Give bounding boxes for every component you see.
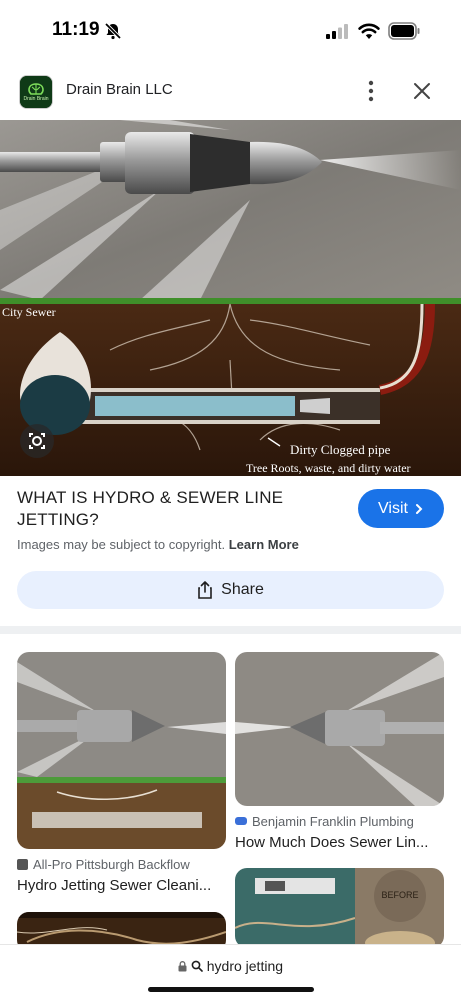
before-label: BEFORE bbox=[381, 890, 418, 900]
copyright-text: Images may be subject to copyright. bbox=[17, 537, 226, 552]
hero-label-waste: Tree Roots, waste, and dirty water bbox=[246, 461, 411, 475]
related-source-1: All-Pro Pittsburgh Backflow bbox=[17, 857, 190, 872]
share-label: Share bbox=[221, 581, 264, 598]
site-logo[interactable]: Drain Brain bbox=[19, 75, 53, 109]
section-divider bbox=[0, 626, 461, 634]
related-title-2[interactable]: How Much Does Sewer Lin... bbox=[235, 834, 444, 851]
hero-label-pipe: Dirty Clogged pipe bbox=[290, 442, 391, 457]
visit-button[interactable]: Visit bbox=[358, 489, 444, 528]
share-button[interactable]: Share bbox=[17, 571, 444, 609]
lock-icon bbox=[178, 961, 187, 972]
related-title-1[interactable]: Hydro Jetting Sewer Cleani... bbox=[17, 877, 226, 894]
hero-label-city-sewer: City Sewer bbox=[2, 305, 56, 319]
search-query: hydro jetting bbox=[206, 958, 284, 974]
signal-icon bbox=[326, 24, 348, 39]
lens-icon[interactable] bbox=[20, 424, 54, 458]
search-query-bar[interactable]: hydro jetting bbox=[0, 958, 461, 974]
more-vert-icon[interactable] bbox=[360, 78, 382, 104]
bottom-bar: hydro jetting bbox=[0, 944, 461, 1001]
brain-logo-icon: Drain Brain bbox=[20, 76, 52, 108]
close-icon[interactable] bbox=[410, 79, 434, 103]
bell-slash-icon bbox=[104, 22, 122, 40]
related-image-2[interactable] bbox=[235, 652, 444, 806]
status-bar: 11:19 bbox=[0, 0, 461, 62]
truck-icon bbox=[235, 817, 247, 825]
related-image-1[interactable] bbox=[17, 652, 226, 849]
chevron-right-icon bbox=[415, 503, 423, 514]
copyright-notice: Images may be subject to copyright. Lear… bbox=[17, 537, 299, 552]
share-icon bbox=[198, 581, 212, 599]
source-header: Drain Brain Drain Brain LLC bbox=[0, 62, 461, 120]
battery-icon bbox=[388, 22, 420, 40]
status-time: 11:19 bbox=[52, 19, 100, 40]
logo-text: Drain Brain bbox=[23, 96, 48, 102]
home-indicator[interactable] bbox=[148, 987, 314, 992]
learn-more-link[interactable]: Learn More bbox=[229, 537, 299, 552]
related-source-2: Benjamin Franklin Plumbing bbox=[235, 814, 414, 829]
source-favicon-icon bbox=[17, 859, 28, 870]
related-image-4[interactable]: BEFORE bbox=[235, 868, 444, 948]
wifi-icon bbox=[358, 23, 380, 39]
main-image[interactable]: City Sewer Dirty Clogged pipe Tree Roots… bbox=[0, 120, 461, 476]
site-name[interactable]: Drain Brain LLC bbox=[66, 81, 173, 98]
search-icon bbox=[191, 960, 203, 972]
visit-label: Visit bbox=[378, 499, 408, 517]
result-title[interactable]: WHAT IS HYDRO & SEWER LINE JETTING? bbox=[17, 487, 327, 531]
